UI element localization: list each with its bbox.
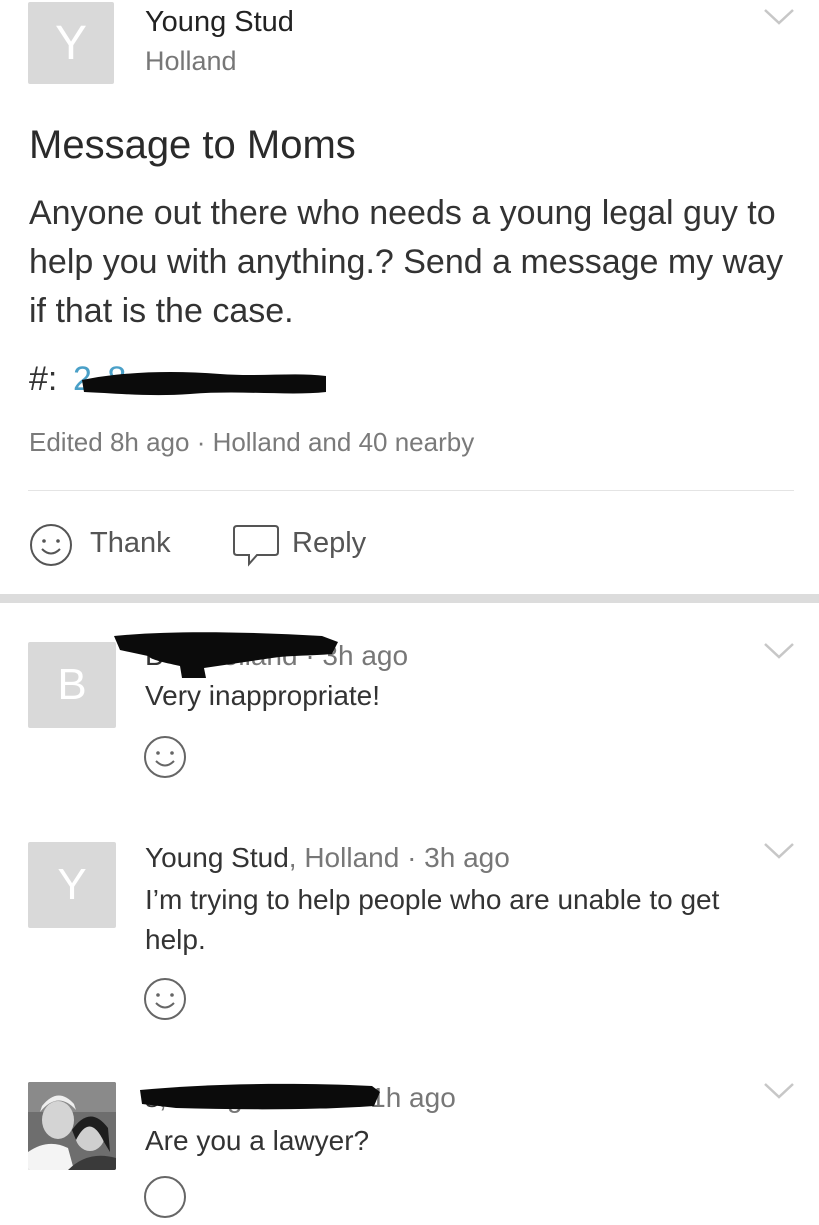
redaction-mark <box>112 628 352 680</box>
smiley-icon[interactable] <box>142 976 188 1027</box>
post-author-name[interactable]: Young Stud <box>145 6 294 39</box>
comment-place-time: , Holland · 3h ago <box>288 842 510 873</box>
post-title: Message to Moms <box>29 123 356 167</box>
comment-text: I’m trying to help people who are unable… <box>145 884 720 955</box>
speech-bubble-icon[interactable] <box>231 522 281 573</box>
comment-text: Very inappropriate! <box>145 680 381 711</box>
comment-author-name[interactable]: Young Stud <box>145 842 289 873</box>
comment-avatar[interactable]: B <box>28 642 116 728</box>
chevron-down-icon[interactable] <box>762 840 796 862</box>
redaction-mark <box>80 366 326 396</box>
avatar-letter: Y <box>54 16 87 70</box>
section-divider <box>0 594 819 603</box>
comment-avatar-photo[interactable] <box>28 1082 116 1170</box>
author-avatar[interactable]: Y <box>28 2 114 84</box>
avatar-letter: Y <box>57 860 87 909</box>
comment-text: Are you a lawyer? <box>145 1125 370 1156</box>
comment-avatar[interactable]: Y <box>28 842 116 928</box>
reply-button[interactable]: Reply <box>292 527 366 560</box>
chevron-down-icon[interactable] <box>762 6 796 28</box>
thank-button[interactable]: Thank <box>90 527 171 560</box>
smiley-icon[interactable] <box>28 522 74 573</box>
phone-label: #: <box>29 360 58 398</box>
chevron-down-icon[interactable] <box>762 640 796 662</box>
redaction-mark <box>136 1080 386 1114</box>
post-meta: Edited 8h ago · Holland and 40 nearby <box>29 427 475 457</box>
post-author-location: Holland <box>145 46 237 76</box>
divider <box>28 490 794 491</box>
chevron-down-icon[interactable] <box>762 1080 796 1102</box>
smiley-icon[interactable] <box>142 734 188 785</box>
avatar-letter: B <box>57 660 87 709</box>
post-body: Anyone out there who needs a young legal… <box>29 194 784 330</box>
comment-header: Young Stud, Holland · 3h ago <box>145 842 510 874</box>
